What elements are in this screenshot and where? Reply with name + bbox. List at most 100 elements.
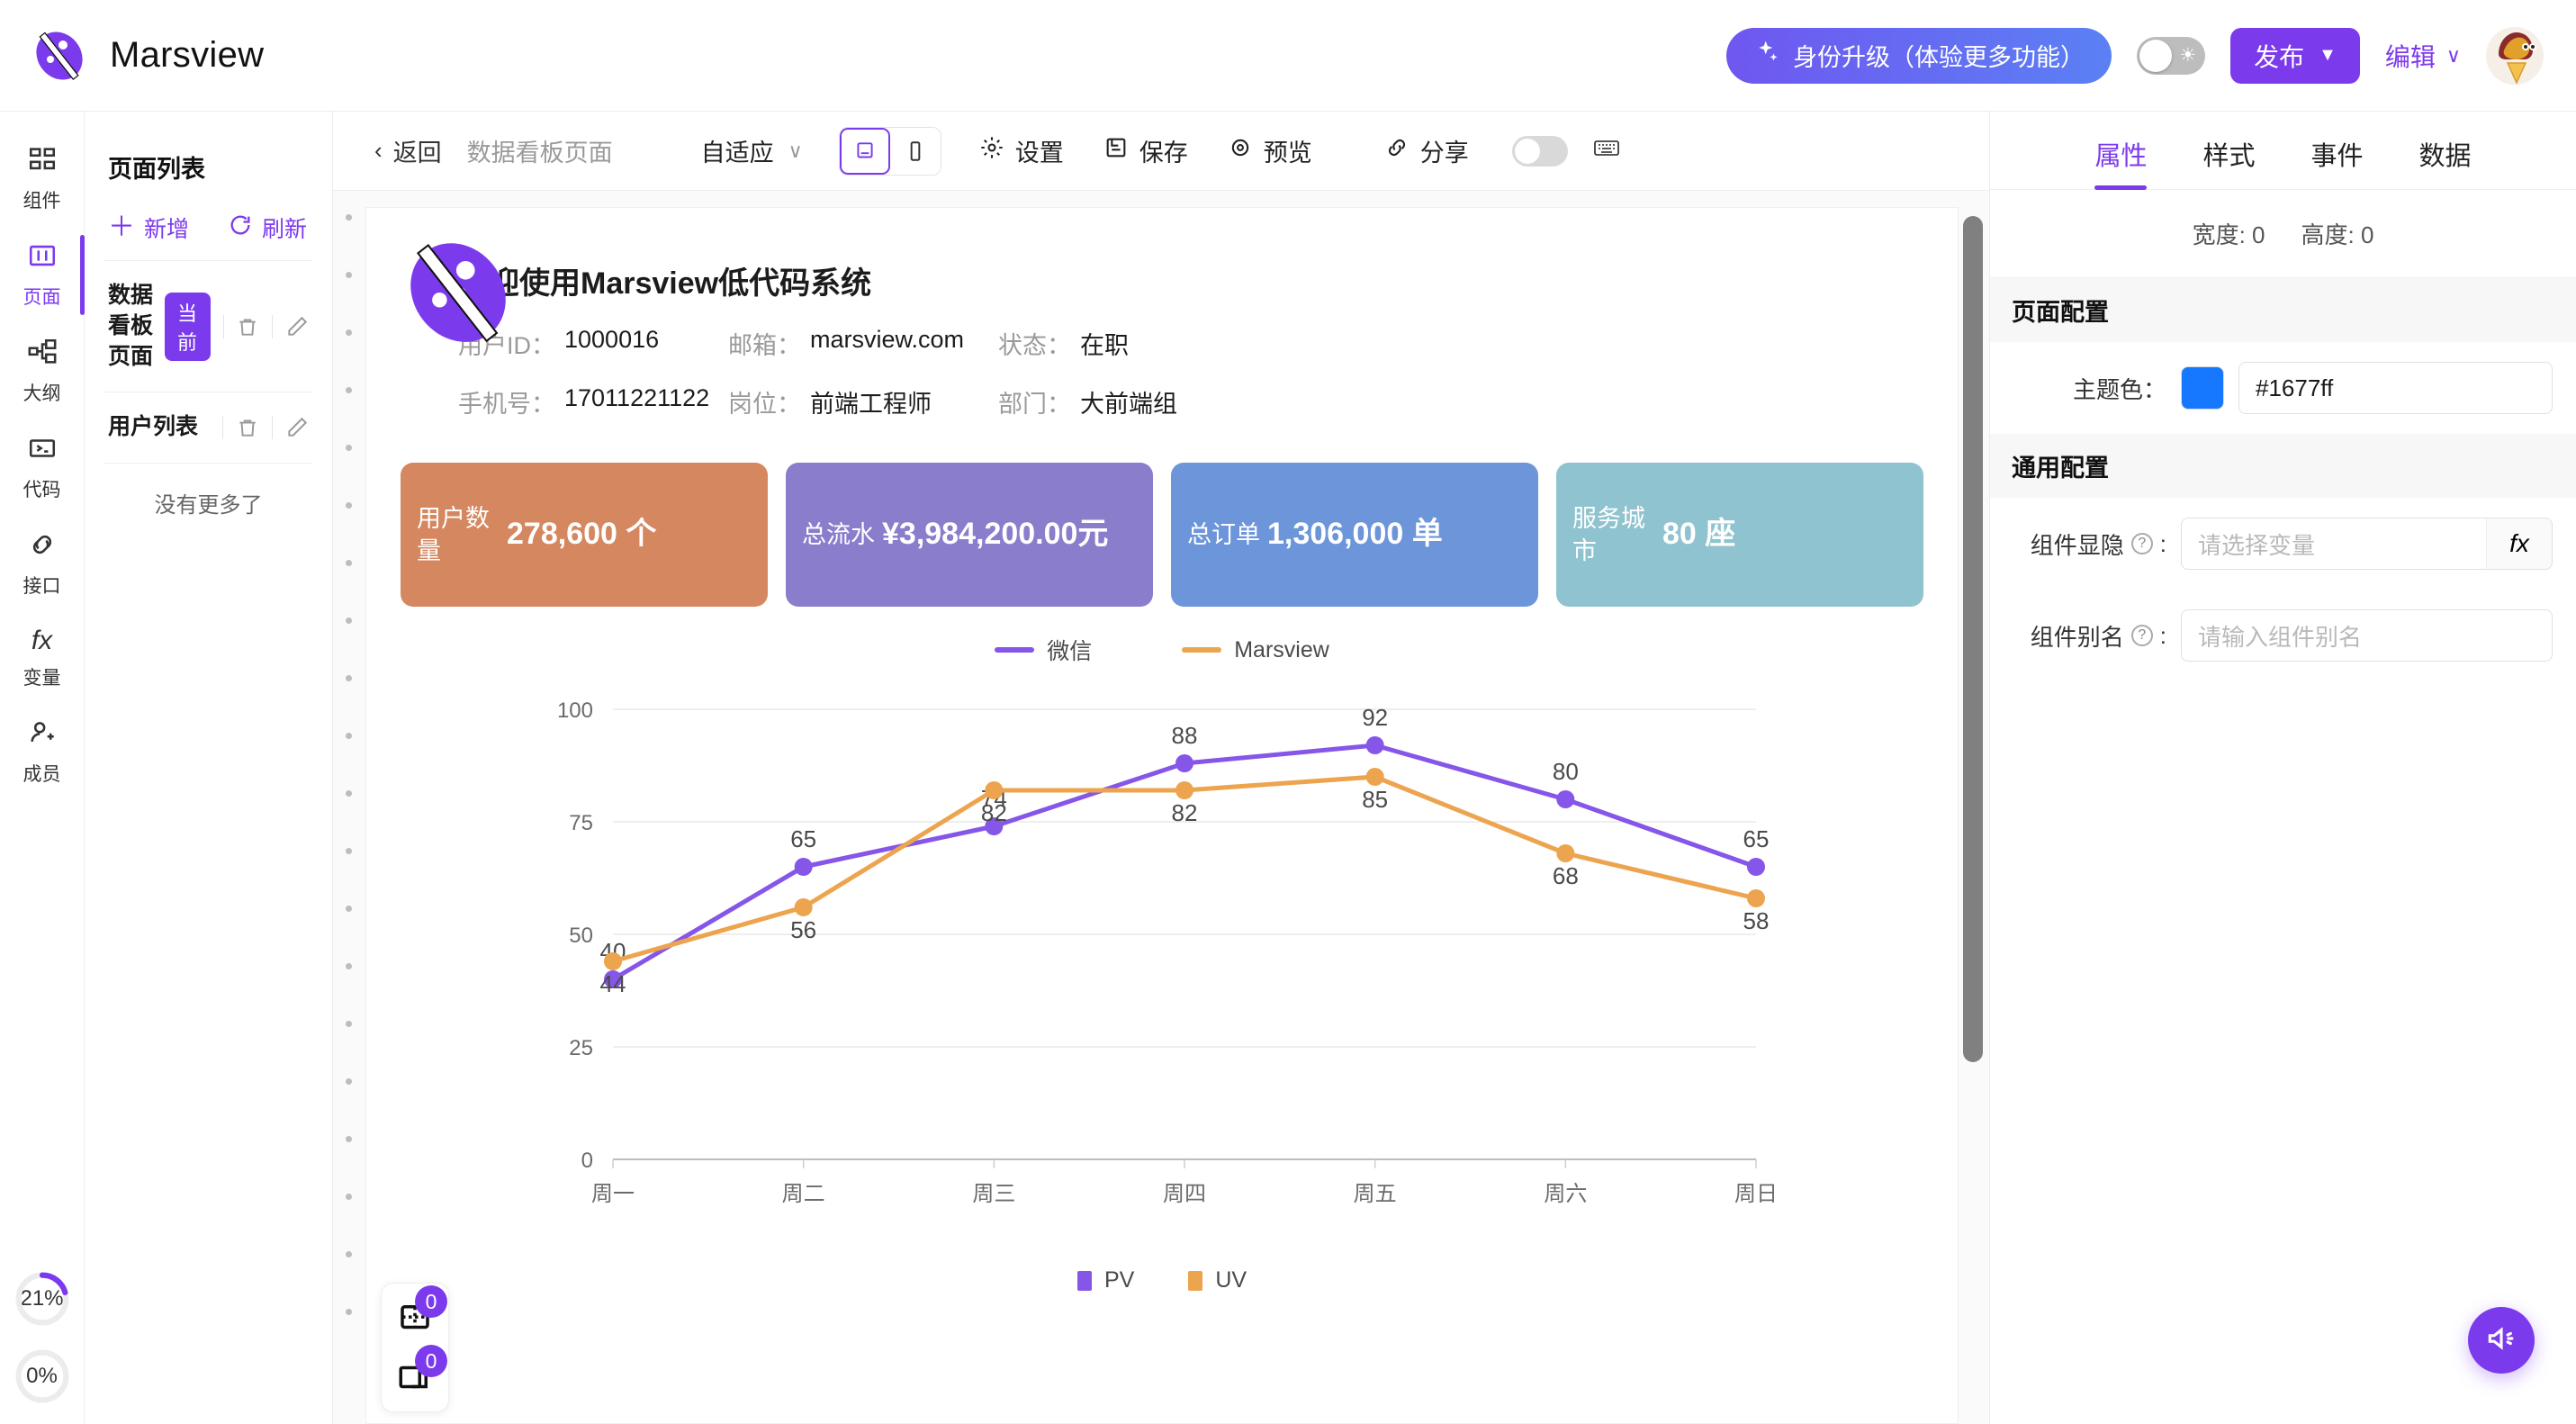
stat-card-users[interactable]: 用户数量 278,600 个 xyxy=(401,463,768,607)
brand[interactable]: Marsview xyxy=(31,27,264,85)
colon: : xyxy=(2159,529,2166,557)
divider xyxy=(272,314,273,338)
legend-item-marsview[interactable]: Marsview xyxy=(1182,637,1329,663)
common-config-section-title: 通用配置 xyxy=(1990,434,2576,498)
svg-text:0: 0 xyxy=(581,1149,593,1173)
responsive-select[interactable]: 自适应 ∨ xyxy=(629,133,821,168)
feedback-fab[interactable] xyxy=(2468,1307,2535,1374)
svg-text:周三: 周三 xyxy=(972,1182,1015,1206)
component-alias-row: 组件别名 ? : 请输入组件别名 xyxy=(1990,590,2576,681)
stat-card-revenue[interactable]: 总流水 ¥3,984,200.00元 xyxy=(786,463,1153,607)
add-page-button[interactable]: ＋ 新增 xyxy=(108,212,189,244)
info-label: 手机号： xyxy=(458,391,555,418)
editor: ‹ 返回 数据看板页面 自适应 ∨ 设置 保存 预览 分享 欢迎使用Marsvi… xyxy=(333,112,1989,1424)
fx-icon[interactable]: fx xyxy=(2486,518,2553,570)
publish-button[interactable]: 发布 ▼ xyxy=(2230,27,2360,84)
component-alias-input[interactable]: 请输入组件别名 xyxy=(2181,609,2553,662)
sidebar-item-components[interactable]: 组件 xyxy=(0,130,85,226)
app-root: Marsview 身份升级（体验更多功能） ☀ 发布 ▼ 编辑 ∨ 组件 页面 … xyxy=(0,0,2576,1424)
info-label: 邮箱： xyxy=(728,332,801,359)
sidebar-item-members[interactable]: 成员 xyxy=(0,703,85,799)
svg-text:周二: 周二 xyxy=(782,1182,825,1206)
edit-icon[interactable] xyxy=(285,315,309,338)
tab-events[interactable]: 事件 xyxy=(2311,135,2364,189)
info-email: 邮箱： marsview.com xyxy=(728,326,998,361)
edit-icon[interactable] xyxy=(285,416,309,439)
marsview-logo-icon xyxy=(31,27,88,85)
mobile-view-button[interactable] xyxy=(889,127,941,175)
avatar[interactable] xyxy=(2486,26,2544,85)
list-item[interactable]: 用户列表 xyxy=(104,392,312,463)
info-status: 状态： 在职 xyxy=(998,326,1268,361)
refresh-pages-button[interactable]: 刷新 xyxy=(228,212,307,244)
tab-data[interactable]: 数据 xyxy=(2419,135,2472,189)
theme-color-swatch[interactable] xyxy=(2181,366,2224,410)
legend-label: PV xyxy=(1103,1267,1135,1293)
save-button[interactable]: 保存 xyxy=(1084,133,1208,168)
stat-card-cities[interactable]: 服务城市 80 座 xyxy=(1556,463,1923,607)
sidebar-item-variables-label: 变量 xyxy=(23,668,61,689)
sidebar-item-outline[interactable]: 大纲 xyxy=(0,322,85,419)
theme-color-row: 主题色： #1677ff xyxy=(1990,342,2576,434)
stat-card-value: 80 座 xyxy=(1662,517,1736,552)
upgrade-button[interactable]: 身份升级（体验更多功能） xyxy=(1726,27,2112,84)
grid-dot xyxy=(346,272,352,278)
component-visibility-input[interactable]: 请选择变量 xyxy=(2181,518,2486,570)
stat-card-orders[interactable]: 总订单 1,306,000 单 xyxy=(1171,463,1538,607)
delete-icon[interactable] xyxy=(236,416,259,439)
canvas-scrollbar-thumb[interactable] xyxy=(1963,216,1983,1062)
upgrade-button-label: 身份升级（体验更多功能） xyxy=(1793,44,2085,71)
canvas-float-buttons: 0 0 xyxy=(381,1283,449,1412)
app-body: 组件 页面 大纲 代码 接口 fx 变量 成员 21% 0% 页面列表 ＋ 新增… xyxy=(0,112,2576,1424)
line-chart[interactable]: 微信 Marsview 0 25 50 75 100 周一 周二 周三 周四 周五 周六 周日 40 65… xyxy=(366,607,1958,1293)
tab-properties[interactable]: 属性 xyxy=(2094,135,2148,190)
info-phone: 手机号： 17011221122 xyxy=(458,384,728,419)
chevron-down-icon: ∨ xyxy=(2445,43,2461,67)
help-icon[interactable]: ? xyxy=(2130,625,2153,646)
layout-grid-icon[interactable]: 0 xyxy=(393,1285,447,1339)
settings-button[interactable]: 设置 xyxy=(959,133,1084,168)
grid-dot xyxy=(346,1021,352,1027)
svg-text:25: 25 xyxy=(569,1036,593,1060)
canvas[interactable]: 欢迎使用Marsview低代码系统 用户ID： 1000016 邮箱： mars… xyxy=(365,207,1959,1424)
legend-item-wechat[interactable]: 微信 xyxy=(995,634,1092,666)
component-visibility-label: 组件显隐 ? : xyxy=(2013,527,2166,561)
svg-text:56: 56 xyxy=(790,916,816,943)
settings-button-label: 设置 xyxy=(1014,140,1064,167)
edit-menu-label: 编辑 xyxy=(2384,42,2436,71)
page-icon xyxy=(27,240,58,275)
delete-icon[interactable] xyxy=(236,315,259,338)
sidebar-item-variables[interactable]: fx 变量 xyxy=(0,611,85,703)
brand-name: Marsview xyxy=(110,35,265,75)
back-button[interactable]: ‹ 返回 xyxy=(355,133,462,168)
theme-toggle[interactable]: ☀ xyxy=(2137,36,2206,75)
sidebar-item-code[interactable]: 代码 xyxy=(0,419,85,515)
keyboard-icon xyxy=(1593,136,1620,166)
toolbar-toggle[interactable] xyxy=(1511,135,1568,167)
list-item[interactable]: 数据看板页面 当前 xyxy=(104,260,312,392)
eye-icon xyxy=(1228,135,1253,167)
canvas-scrollbar[interactable] xyxy=(1959,191,1989,1424)
desktop-view-button[interactable] xyxy=(839,127,890,175)
tab-styles[interactable]: 样式 xyxy=(2202,135,2255,189)
theme-color-input[interactable]: #1677ff xyxy=(2238,362,2553,414)
legend-item-pv[interactable]: PV xyxy=(1076,1267,1135,1293)
legend-item-uv[interactable]: UV xyxy=(1188,1267,1247,1293)
svg-text:44: 44 xyxy=(600,970,626,997)
progress-ring-21: 21% xyxy=(14,1271,70,1327)
stat-card-value: 1,306,000 单 xyxy=(1267,517,1443,552)
layers-icon[interactable]: 0 xyxy=(393,1345,447,1399)
sidebar-item-api[interactable]: 接口 xyxy=(0,515,85,611)
legend-swatch xyxy=(1188,1270,1203,1291)
sidebar-item-pages[interactable]: 页面 xyxy=(0,226,85,322)
edit-menu[interactable]: 编辑 ∨ xyxy=(2385,38,2461,74)
component-visibility-field: 请选择变量 fx xyxy=(2181,518,2553,570)
add-page-label: 新增 xyxy=(144,217,190,242)
welcome-title: 欢迎使用Marsview低代码系统 xyxy=(458,266,872,301)
editor-toolbar: ‹ 返回 数据看板页面 自适应 ∨ 设置 保存 预览 分享 xyxy=(333,112,1989,191)
preview-button[interactable]: 预览 xyxy=(1208,133,1332,168)
page-list-footer: 没有更多了 xyxy=(104,463,312,542)
help-icon[interactable]: ? xyxy=(2130,533,2153,554)
share-button[interactable]: 分享 xyxy=(1332,133,1489,168)
keyboard-shortcuts-button[interactable] xyxy=(1582,136,1631,166)
